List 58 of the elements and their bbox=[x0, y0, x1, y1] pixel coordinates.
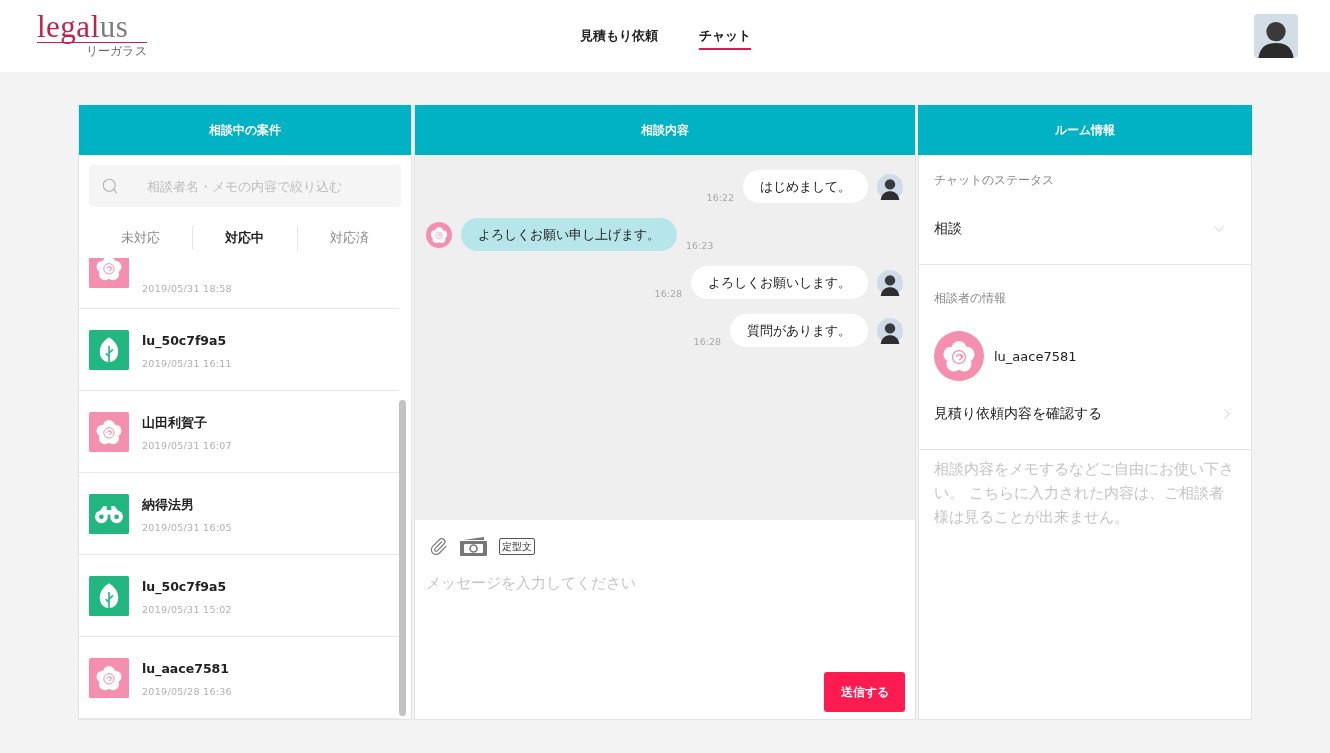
status-select[interactable]: 相談 bbox=[934, 204, 1236, 254]
filter-tab[interactable]: 対応中 bbox=[192, 226, 297, 250]
section-label: チャットのステータス bbox=[934, 172, 1055, 188]
avatar-silhouette-icon[interactable] bbox=[1254, 14, 1298, 58]
case-list-item[interactable]: 山田利賀子 2019/05/31 16:07 bbox=[79, 391, 399, 473]
leaf-avatar-icon bbox=[89, 576, 129, 616]
case-list-item[interactable]: 納得法男 2019/05/31 16:05 bbox=[79, 473, 399, 555]
filter-tab[interactable]: 未対応 bbox=[89, 226, 193, 250]
message-time: 16:28 bbox=[693, 336, 721, 348]
case-list-item[interactable]: lu_aace7581 2019/05/28 16:36 bbox=[79, 637, 399, 719]
logo-subtitle: リーガラス bbox=[85, 43, 147, 58]
template-button[interactable]: 定型文 bbox=[499, 538, 535, 555]
case-date: 2019/05/31 16:05 bbox=[142, 522, 232, 534]
avatar-silhouette-icon bbox=[877, 317, 903, 344]
leaf-avatar-icon bbox=[89, 330, 129, 370]
message-bubble: 質問があります。 bbox=[730, 314, 868, 347]
flower-avatar-icon bbox=[934, 331, 984, 381]
message-bubble: はじめまして。 bbox=[743, 170, 868, 203]
case-name: 納得法男 bbox=[142, 497, 195, 513]
flower-avatar-icon bbox=[89, 658, 129, 698]
message-time: 16:28 bbox=[654, 288, 682, 300]
case-list-item[interactable]: lu_50c7f9a5 2019/05/31 16:11 bbox=[79, 309, 399, 391]
panel-title: 相談中の案件 bbox=[79, 105, 411, 155]
memo-input[interactable]: 相談内容をメモするなどご自由にお使い下さい。 こちらに入力された内容は、ご相談者様は見ることが出来ません。 bbox=[918, 449, 1252, 720]
message-time: 16:22 bbox=[706, 192, 734, 204]
case-date: 2019/05/31 18:58 bbox=[142, 283, 232, 295]
flower-avatar-icon bbox=[89, 258, 129, 288]
flower-avatar-icon bbox=[426, 221, 452, 248]
avatar-silhouette-icon bbox=[877, 269, 903, 296]
request-details-link[interactable]: 見積り依頼内容を確認する bbox=[934, 396, 1236, 432]
case-name: lu_50c7f9a5 bbox=[142, 333, 228, 349]
panel-title: ルーム情報 bbox=[918, 105, 1252, 155]
avatar-silhouette-icon bbox=[877, 173, 903, 200]
banknote-icon[interactable] bbox=[460, 537, 487, 556]
flower-avatar-icon bbox=[89, 412, 129, 452]
case-date: 2019/05/31 15:02 bbox=[142, 604, 232, 616]
section-label: 相談者の情報 bbox=[934, 290, 1007, 306]
case-name: 山田利賀子 bbox=[142, 415, 208, 431]
binoculars-avatar-icon bbox=[89, 494, 129, 534]
search-icon bbox=[101, 177, 119, 195]
case-date: 2019/05/31 16:11 bbox=[142, 358, 232, 370]
case-name: lu_aace7581 bbox=[142, 661, 230, 677]
paperclip-icon[interactable] bbox=[429, 537, 448, 556]
filter-tab[interactable]: 対応済 bbox=[296, 226, 401, 250]
message-bubble: よろしくお願い申し上げます。 bbox=[461, 218, 677, 251]
case-list-item[interactable]: lu_50c7f9a5 2019/05/31 15:02 bbox=[79, 555, 399, 637]
scrollbar-thumb[interactable] bbox=[399, 400, 406, 716]
nav-tab[interactable]: チャット bbox=[698, 26, 751, 50]
logo-wordmark[interactable]: legalus bbox=[37, 12, 147, 43]
case-date: 2019/05/28 16:36 bbox=[142, 686, 232, 698]
send-button[interactable]: 送信する bbox=[824, 672, 905, 712]
message-time: 16:23 bbox=[686, 240, 714, 252]
case-date: 2019/05/31 16:07 bbox=[142, 440, 232, 452]
message-bubble: よろしくお願いします。 bbox=[691, 266, 868, 299]
case-name: lu_50c7f9a5 bbox=[142, 579, 228, 595]
client-name: lu_aace7581 bbox=[994, 348, 1077, 364]
nav-tab[interactable]: 見積もり依頼 bbox=[579, 26, 658, 50]
panel-title: 相談内容 bbox=[415, 105, 915, 155]
